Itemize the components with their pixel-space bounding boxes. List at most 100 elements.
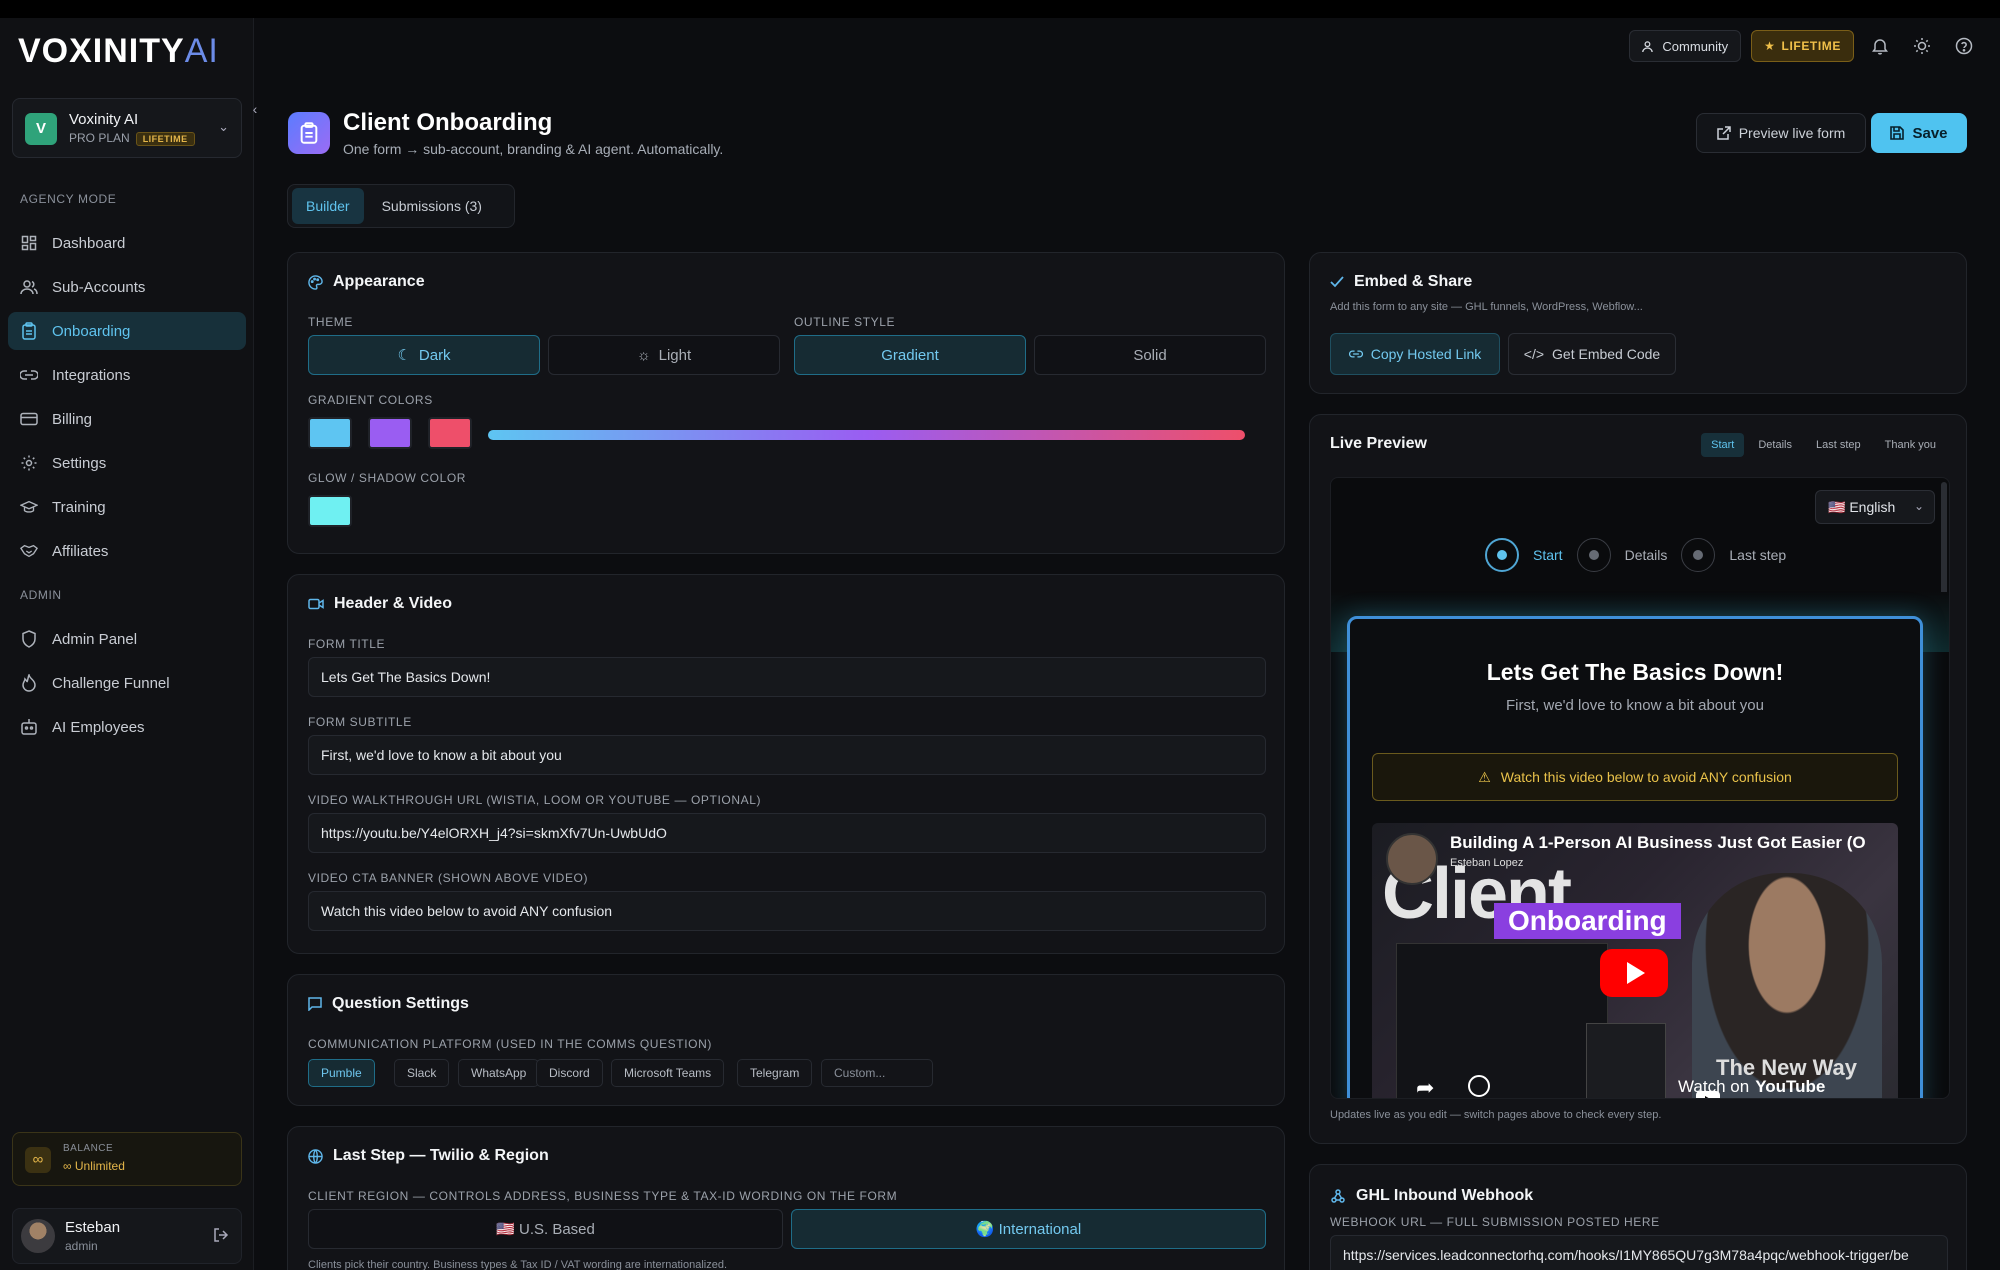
sidebar-item-dashboard[interactable]: Dashboard bbox=[8, 224, 246, 262]
platform-chip-discord[interactable]: Discord bbox=[536, 1059, 603, 1087]
outline-solid-option[interactable]: Solid bbox=[1034, 335, 1266, 375]
custom-platform-input[interactable]: Custom... bbox=[821, 1059, 933, 1087]
video-cta-input[interactable]: Watch this video below to avoid ANY conf… bbox=[308, 891, 1266, 931]
form-title-label: FORM TITLE bbox=[308, 637, 386, 651]
play-icon[interactable] bbox=[1600, 949, 1668, 997]
platform-chip-microsoft-teams[interactable]: Microsoft Teams bbox=[611, 1059, 725, 1087]
gradient-color-swatch-3[interactable] bbox=[428, 417, 472, 449]
section-label-agency: AGENCY MODE bbox=[20, 192, 117, 206]
share-icon[interactable]: ➦ bbox=[1416, 1075, 1434, 1098]
page-subtitle: One form → sub-account, branding & AI ag… bbox=[343, 141, 724, 157]
copy-hosted-link-button[interactable]: Copy Hosted Link bbox=[1330, 333, 1500, 375]
users-icon bbox=[20, 278, 38, 296]
sidebar-item-settings[interactable]: Settings bbox=[8, 444, 246, 482]
sidebar-item-integrations[interactable]: Integrations bbox=[8, 356, 246, 394]
theme-light-option[interactable]: ☼ Light bbox=[548, 335, 780, 375]
moon-icon: ☾ bbox=[397, 347, 411, 364]
card-title: Last Step — Twilio & Region bbox=[308, 1147, 549, 1165]
platform-chip-telegram[interactable]: Telegram bbox=[737, 1059, 813, 1087]
get-embed-code-button[interactable]: </> Get Embed Code bbox=[1508, 333, 1676, 375]
sidebar-collapse-icon[interactable]: ‹ bbox=[246, 100, 264, 118]
grid-icon bbox=[20, 234, 38, 252]
youtube-logo: YouTube bbox=[1696, 1077, 1825, 1098]
sidebar-item-training[interactable]: Training bbox=[8, 488, 246, 526]
sidebar-item-affiliates[interactable]: Affiliates bbox=[8, 532, 246, 570]
bell-icon[interactable] bbox=[1864, 30, 1896, 62]
workspace-switcher[interactable]: V Voxinity AI PRO PLAN LIFETIME ⌄ bbox=[12, 98, 242, 158]
gradient-color-swatch-2[interactable] bbox=[368, 417, 412, 449]
code-icon: </> bbox=[1523, 346, 1545, 362]
sidebar-item-sub-accounts[interactable]: Sub-Accounts bbox=[8, 268, 246, 306]
sidebar-item-ai-employees[interactable]: AI Employees bbox=[8, 708, 246, 746]
gradient-colors-label: GRADIENT COLORS bbox=[308, 393, 433, 407]
help-icon[interactable] bbox=[1948, 30, 1980, 62]
preview-tab-thank-you[interactable]: Thank you bbox=[1875, 433, 1946, 457]
theme-dark-option[interactable]: ☾ Dark bbox=[308, 335, 540, 375]
page-tabs: Builder Submissions (3) bbox=[287, 184, 515, 228]
workspace-name: Voxinity AI bbox=[69, 111, 139, 128]
preview-tab-start[interactable]: Start bbox=[1701, 433, 1745, 457]
step-label-details: Details bbox=[1624, 547, 1668, 563]
preview-tab-last-step[interactable]: Last step bbox=[1806, 433, 1871, 457]
region-international-option[interactable]: 🌍 International bbox=[791, 1209, 1266, 1249]
video-embed[interactable]: Client Onboarding Building A 1-Person AI… bbox=[1372, 823, 1898, 1098]
logout-icon[interactable] bbox=[213, 1227, 229, 1246]
region-note: Clients pick their country. Business typ… bbox=[308, 1259, 728, 1270]
sidebar: VOXINITYAI ‹ V Voxinity AI PRO PLAN LIFET… bbox=[0, 18, 257, 1270]
video-title: Building A 1-Person AI Business Just Got… bbox=[1450, 833, 1866, 852]
live-preview-card: Live Preview Start Details Last step Tha… bbox=[1309, 414, 1967, 1144]
page-title: Client Onboarding bbox=[343, 109, 553, 136]
channel-avatar bbox=[1386, 833, 1438, 885]
chevron-down-icon: ⌄ bbox=[1913, 499, 1924, 513]
sidebar-item-billing[interactable]: Billing bbox=[8, 400, 246, 438]
preview-tab-details[interactable]: Details bbox=[1748, 433, 1802, 457]
webhook-url-input[interactable]: https://services.leadconnectorhq.com/hoo… bbox=[1330, 1235, 1948, 1270]
video-url-label: VIDEO WALKTHROUGH URL (WISTIA, LOOM OR Y… bbox=[308, 793, 762, 807]
embed-share-card: Embed & Share Add this form to any site … bbox=[1309, 252, 1967, 394]
tab-submissions[interactable]: Submissions (3) bbox=[368, 188, 496, 224]
video-icon bbox=[308, 598, 324, 610]
region-us-option[interactable]: 🇺🇸 U.S. Based bbox=[308, 1209, 783, 1249]
sun-icon[interactable] bbox=[1906, 30, 1938, 62]
video-url-input[interactable]: https://youtu.be/Y4elORXH_j4?si=skmXfv7U… bbox=[308, 813, 1266, 853]
step-label-start: Start bbox=[1533, 547, 1563, 563]
lifetime-button[interactable]: ★ LIFETIME bbox=[1751, 30, 1854, 62]
sidebar-item-challenge-funnel[interactable]: Challenge Funnel bbox=[8, 664, 246, 702]
form-subtitle-input[interactable]: First, we'd love to know a bit about you bbox=[308, 735, 1266, 775]
graduation-cap-icon bbox=[20, 498, 38, 516]
card-title: Live Preview bbox=[1330, 435, 1427, 452]
user-card[interactable]: Esteban admin bbox=[12, 1208, 242, 1264]
save-icon bbox=[1890, 126, 1905, 140]
card-title: Header & Video bbox=[308, 595, 452, 613]
outline-gradient-option[interactable]: Gradient bbox=[794, 335, 1026, 375]
handshake-icon bbox=[20, 542, 38, 560]
platform-chip-pumble[interactable]: Pumble bbox=[308, 1059, 375, 1087]
community-button[interactable]: Community bbox=[1629, 30, 1742, 62]
question-settings-card: Question Settings COMMUNICATION PLATFORM… bbox=[287, 974, 1285, 1106]
last-step-card: Last Step — Twilio & Region CLIENT REGIO… bbox=[287, 1126, 1285, 1270]
preview-form-subtitle: First, we'd love to know a bit about you bbox=[1506, 697, 1764, 714]
tab-builder[interactable]: Builder bbox=[292, 188, 364, 224]
preview-live-form-button[interactable]: Preview live form bbox=[1696, 113, 1866, 153]
gradient-color-swatch-1[interactable] bbox=[308, 417, 352, 449]
step-label-last-step: Last step bbox=[1729, 547, 1787, 563]
language-select[interactable]: 🇺🇸 English ⌄ bbox=[1815, 490, 1935, 524]
sidebar-item-onboarding[interactable]: Onboarding bbox=[8, 312, 246, 350]
clock-icon[interactable] bbox=[1468, 1075, 1490, 1097]
chevron-down-icon: ⌄ bbox=[218, 119, 229, 134]
form-title-input[interactable]: Lets Get The Basics Down! bbox=[308, 657, 1266, 697]
preview-cta-banner: ⚠ Watch this video below to avoid ANY con… bbox=[1372, 753, 1898, 801]
platform-chip-whatsapp[interactable]: WhatsApp bbox=[458, 1059, 540, 1087]
video-cta-label: VIDEO CTA BANNER (SHOWN ABOVE VIDEO) bbox=[308, 871, 589, 885]
sidebar-item-admin-panel[interactable]: Admin Panel bbox=[8, 620, 246, 658]
watch-on-youtube-button[interactable]: Watch on YouTube bbox=[1678, 1077, 1825, 1098]
webhook-icon bbox=[1330, 1188, 1346, 1204]
glow-color-swatch[interactable] bbox=[308, 495, 352, 527]
card-title: Embed & Share bbox=[1330, 273, 1472, 291]
live-preview-tabs: Start Details Last step Thank you bbox=[1701, 433, 1946, 457]
app-logo[interactable]: VOXINITYAI bbox=[18, 32, 219, 71]
step-dot-start bbox=[1485, 538, 1519, 572]
platform-chip-slack[interactable]: Slack bbox=[394, 1059, 450, 1087]
header-video-card: Header & Video FORM TITLE Lets Get The B… bbox=[287, 574, 1285, 954]
save-button[interactable]: Save bbox=[1871, 113, 1967, 153]
